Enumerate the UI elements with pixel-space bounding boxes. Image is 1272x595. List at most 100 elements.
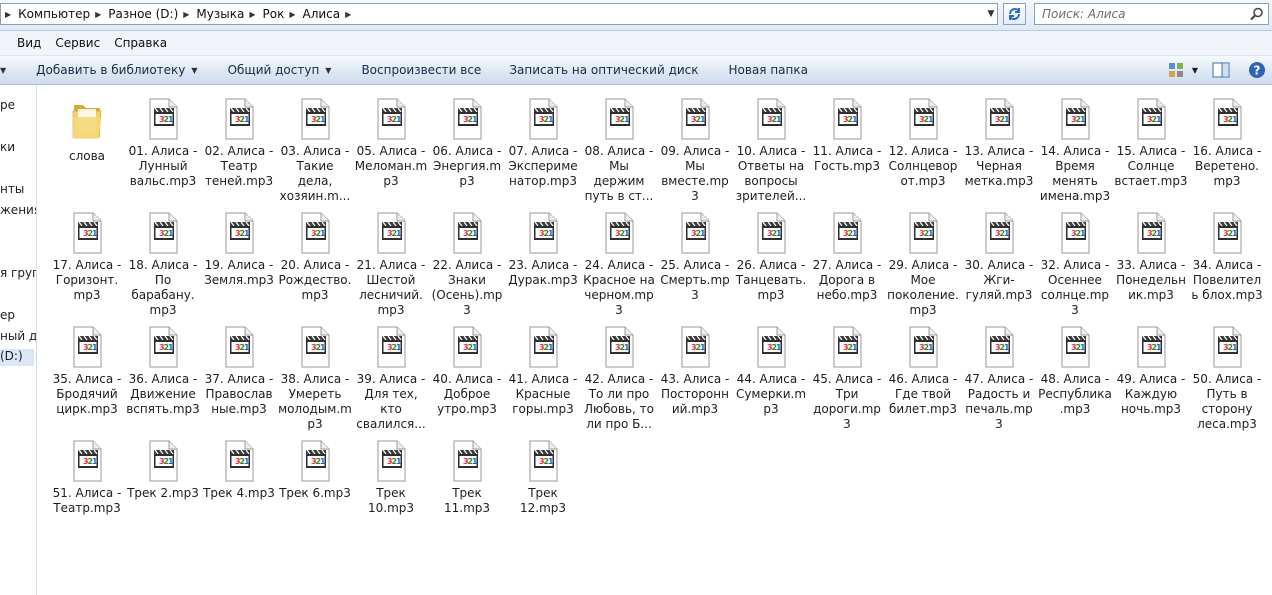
search-input[interactable]: Поиск: Алиса [1034,3,1269,25]
media-file-icon: 321 [453,440,482,482]
add-to-library-label: Добавить в библиотеку [36,63,186,77]
file-item[interactable]: 3 2 1 36. Алиса - Движение вспять.mp3 [126,325,200,417]
help-button[interactable]: ? [1248,61,1266,79]
file-item[interactable]: 3 2 1 06. Алиса - Энергия.mp3 [430,97,504,189]
file-item[interactable]: 3 2 1 23. Алиса - Дурак.mp3 [506,211,580,288]
nav-item[interactable]: ки [0,140,15,154]
file-item[interactable]: 3 2 1 50. Алиса - Путь в сторону леса.mp3 [1190,325,1264,432]
file-item[interactable]: 3 2 1 Трек 4.mp3 [202,439,276,501]
nav-item-selected[interactable]: (D:) [0,349,34,366]
address-bar[interactable]: ▶ Компьютер ▶ Разное (D:) ▶ Музыка ▶ Рок… [0,3,998,25]
file-item[interactable]: 3 2 1 21. Алиса - Шестой лесничий.mp3 [354,211,428,318]
file-item[interactable]: 3 2 1 17. Алиса - Горизонт.mp3 [50,211,124,303]
nav-item[interactable]: ер [0,308,15,322]
file-item[interactable]: 3 2 1 01. Алиса - Лунный вальс.mp3 [126,97,200,189]
svg-text:1: 1 [852,115,858,124]
file-item[interactable]: 3 2 1 26. Алиса - Танцевать.mp3 [734,211,808,303]
file-item[interactable]: 3 2 1 33. Алиса - Понедельник.mp3 [1114,211,1188,303]
file-item[interactable]: 3 2 1 47. Алиса - Радость и печаль.mp3 [962,325,1036,432]
organize-dropdown-arrow[interactable]: ▼ [0,66,14,75]
media-file-icon: 321 [605,326,634,368]
file-item[interactable]: 3 2 1 Трек 2.mp3 [126,439,200,501]
preview-pane-button[interactable] [1212,62,1230,78]
file-item[interactable]: 3 2 1 43. Алиса - Посторонний.mp3 [658,325,732,417]
file-item[interactable]: 3 2 1 03. Алиса - Такие дела, хозяин.m... [278,97,352,204]
play-all-button[interactable]: Воспроизвести все [343,63,493,77]
file-item[interactable]: 3 2 1 49. Алиса - Каждую ночь.mp3 [1114,325,1188,417]
file-item[interactable]: 3 2 1 42. Алиса - То ли про Любовь, то ли п… [582,325,656,432]
menu-help[interactable]: Справка [107,36,174,50]
file-item[interactable]: 3 2 1 22. Алиса - Знаки (Осень).mp3 [430,211,504,318]
file-item[interactable]: 3 2 1 20. Алиса - Рождество.mp3 [278,211,352,303]
file-item[interactable]: 3 2 1 32. Алиса - Осеннее солнце.mp3 [1038,211,1112,318]
file-item[interactable]: 3 2 1 18. Алиса - По барабану.mp3 [126,211,200,318]
media-file-icon: 321 [1061,326,1090,368]
file-name: 13. Алиса - Черная метка.mp3 [964,144,1034,188]
file-item[interactable]: 3 2 1 15. Алиса - Солнце встает.mp3 [1114,97,1188,189]
file-item[interactable]: 3 2 1 19. Алиса - Земля.mp3 [202,211,276,288]
file-item[interactable]: 3 2 1 27. Алиса - Дорога в небо.mp3 [810,211,884,303]
file-item[interactable]: 3 2 1 Трек 12.mp3 [506,439,580,516]
breadcrumb-root[interactable]: ▶ Компьютер [5,7,90,21]
file-item[interactable]: 3 2 1 13. Алиса - Черная метка.mp3 [962,97,1036,189]
file-item[interactable]: 3 2 1 25. Алиса - Смерть.mp3 [658,211,732,303]
file-item[interactable]: 3 2 1 41. Алиса - Красные горы.mp3 [506,325,580,417]
file-item[interactable]: 3 2 1 39. Алиса - Для тех, кто свалился... [354,325,428,432]
add-to-library-button[interactable]: Добавить в библиотеку ▼ [14,63,209,77]
breadcrumb-item-alisa[interactable]: ▶ Алиса ▶ [284,7,358,21]
nav-item[interactable]: ный ди [0,329,36,343]
file-item[interactable]: 3 2 1 07. Алиса - Эксперименатор.mp3 [506,97,580,189]
share-button[interactable]: Общий доступ ▼ [210,63,344,77]
search-placeholder: Поиск: Алиса [1042,7,1126,21]
burn-button[interactable]: Записать на оптический диск [493,63,710,77]
breadcrumb-item-disk[interactable]: ▶ Разное (D:) [90,7,178,21]
nav-item[interactable]: ре [0,98,15,112]
svg-text:1: 1 [548,115,554,124]
new-folder-button[interactable]: Новая папка [711,63,820,77]
file-item[interactable]: 3 2 1 Трек 11.mp3 [430,439,504,516]
file-item[interactable]: 3 2 1 12. Алиса - Солнцеворот.mp3 [886,97,960,189]
file-item[interactable]: 3 2 1 10. Алиса - Ответы на вопросы зрителе… [734,97,808,204]
file-item[interactable]: 3 2 1 11. Алиса - Гость.mp3 [810,97,884,174]
file-item[interactable]: 3 2 1 02. Алиса - Театр теней.mp3 [202,97,276,189]
file-item[interactable]: 3 2 1 51. Алиса - Театр.mp3 [50,439,124,516]
file-item[interactable]: 3 2 1 14. Алиса - Время менять имена.mp3 [1038,97,1112,204]
nav-item[interactable]: я груп [0,266,36,280]
file-item[interactable]: 3 2 1 37. Алиса - Православные.mp3 [202,325,276,417]
file-item[interactable]: 3 2 1 34. Алиса - Повелитель блох.mp3 [1190,211,1264,303]
nav-item[interactable]: жения [0,203,36,217]
file-item[interactable]: 3 2 1 30. Алиса - Жги-гуляй.mp3 [962,211,1036,303]
file-name: 22. Алиса - Знаки (Осень).mp3 [431,258,503,317]
change-view-button[interactable]: ▼ [1168,62,1198,78]
address-history-dropdown[interactable]: ▼ [983,3,999,25]
file-name: 20. Алиса - Рождество.mp3 [278,258,352,302]
search-icon[interactable] [1250,7,1264,21]
refresh-button[interactable] [1003,3,1026,25]
breadcrumb-item-rock[interactable]: ▶ Рок [244,7,284,21]
menu-view[interactable]: Вид [0,36,48,50]
file-item[interactable]: 3 2 1 16. Алиса - Веретено.mp3 [1190,97,1264,189]
file-item[interactable]: 3 2 1 45. Алиса - Три дороги.mp3 [810,325,884,432]
svg-text:1: 1 [1080,115,1086,124]
file-item[interactable]: 3 2 1 40. Алиса - Доброе утро.mp3 [430,325,504,417]
file-item[interactable]: 3 2 1 09. Алиса - Мы вместе.mp3 [658,97,732,204]
file-item[interactable]: 3 2 1 08. Алиса - Мы держим путь в ст... [582,97,656,204]
file-item[interactable]: 3 2 1 24. Алиса - Красное на черном.mp3 [582,211,656,318]
svg-text:1: 1 [472,343,478,352]
file-item[interactable]: 3 2 1 48. Алиса - Республика.mp3 [1038,325,1112,417]
media-file-icon: 321 [301,212,330,254]
file-item[interactable]: 3 2 1 05. Алиса - Меломан.mp3 [354,97,428,189]
folder-item[interactable]: слова [50,97,124,164]
file-item[interactable]: 3 2 1 Трек 10.mp3 [354,439,428,516]
file-name: Трек 6.mp3 [279,486,351,500]
menu-tools[interactable]: Сервис [48,36,107,50]
file-item[interactable]: 3 2 1 29. Алиса - Мое поколение.mp3 [886,211,960,318]
file-item[interactable]: 3 2 1 Трек 6.mp3 [278,439,352,501]
file-item[interactable]: 3 2 1 38. Алиса - Умереть молодым.mp3 [278,325,352,432]
file-item[interactable]: 3 2 1 35. Алиса - Бродячий цирк.mp3 [50,325,124,417]
breadcrumb-item-music[interactable]: ▶ Музыка [178,7,244,21]
file-item[interactable]: 3 2 1 44. Алиса - Сумерки.mp3 [734,325,808,417]
file-item[interactable]: 3 2 1 46. Алиса - Где твой билет.mp3 [886,325,960,417]
nav-item[interactable]: нты [0,182,24,196]
media-file-icon: 321 [453,98,482,140]
